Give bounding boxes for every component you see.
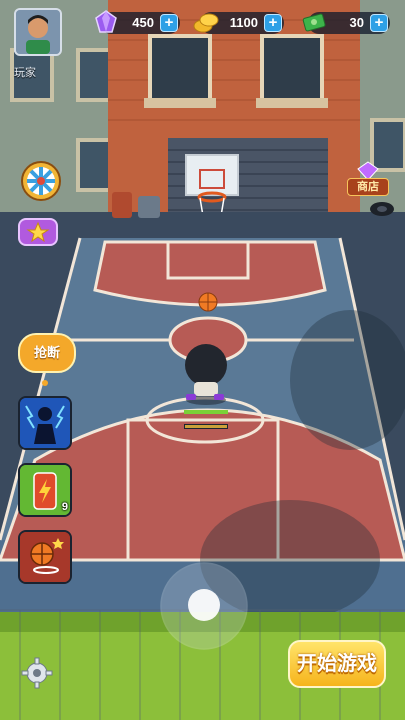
prize-wheel-icon <box>21 161 61 201</box>
steal-skill-bubble[interactable]: 抢断 <box>18 333 76 373</box>
energy-count: 9 <box>61 501 68 513</box>
gem-icon <box>95 10 117 33</box>
skill-shadow-button[interactable] <box>18 396 72 450</box>
add-coins-button[interactable]: + <box>264 14 282 32</box>
settings-button[interactable] <box>20 656 54 690</box>
add-gems-button[interactable]: + <box>160 14 178 32</box>
energy-drink-button[interactable]: 9 <box>18 463 72 517</box>
trash-can <box>112 192 132 218</box>
star-rewards-button[interactable] <box>18 218 58 246</box>
coins-counter: 1100 + <box>193 12 284 34</box>
basketball-hoop-icon <box>20 532 70 582</box>
start-game-button[interactable]: 开始游戏 <box>288 640 386 688</box>
gems-counter: 450 + <box>95 10 180 34</box>
tire-icon <box>370 202 394 216</box>
star-icon <box>26 221 50 243</box>
cash-value: 30 <box>349 15 364 30</box>
lucky-wheel-button[interactable] <box>20 160 62 202</box>
basketball-skill-button[interactable] <box>18 530 72 584</box>
gems-value: 450 <box>132 15 154 30</box>
shop-label[interactable]: 商店 <box>347 178 389 196</box>
cash-counter: 30 + <box>302 12 390 34</box>
add-cash-button[interactable]: + <box>370 14 388 32</box>
shadow-player-icon <box>20 398 70 448</box>
coins-value: 1100 <box>229 15 258 30</box>
player-character <box>185 344 227 386</box>
bubble-tail <box>42 380 48 386</box>
cash-icon <box>302 13 326 32</box>
coin-icon <box>193 13 219 33</box>
player-avatar[interactable] <box>14 8 62 56</box>
avatar-portrait-icon <box>16 10 60 54</box>
gear-icon <box>21 657 53 689</box>
joystick-knob <box>188 589 220 621</box>
player-name: 玩家 <box>14 67 36 79</box>
